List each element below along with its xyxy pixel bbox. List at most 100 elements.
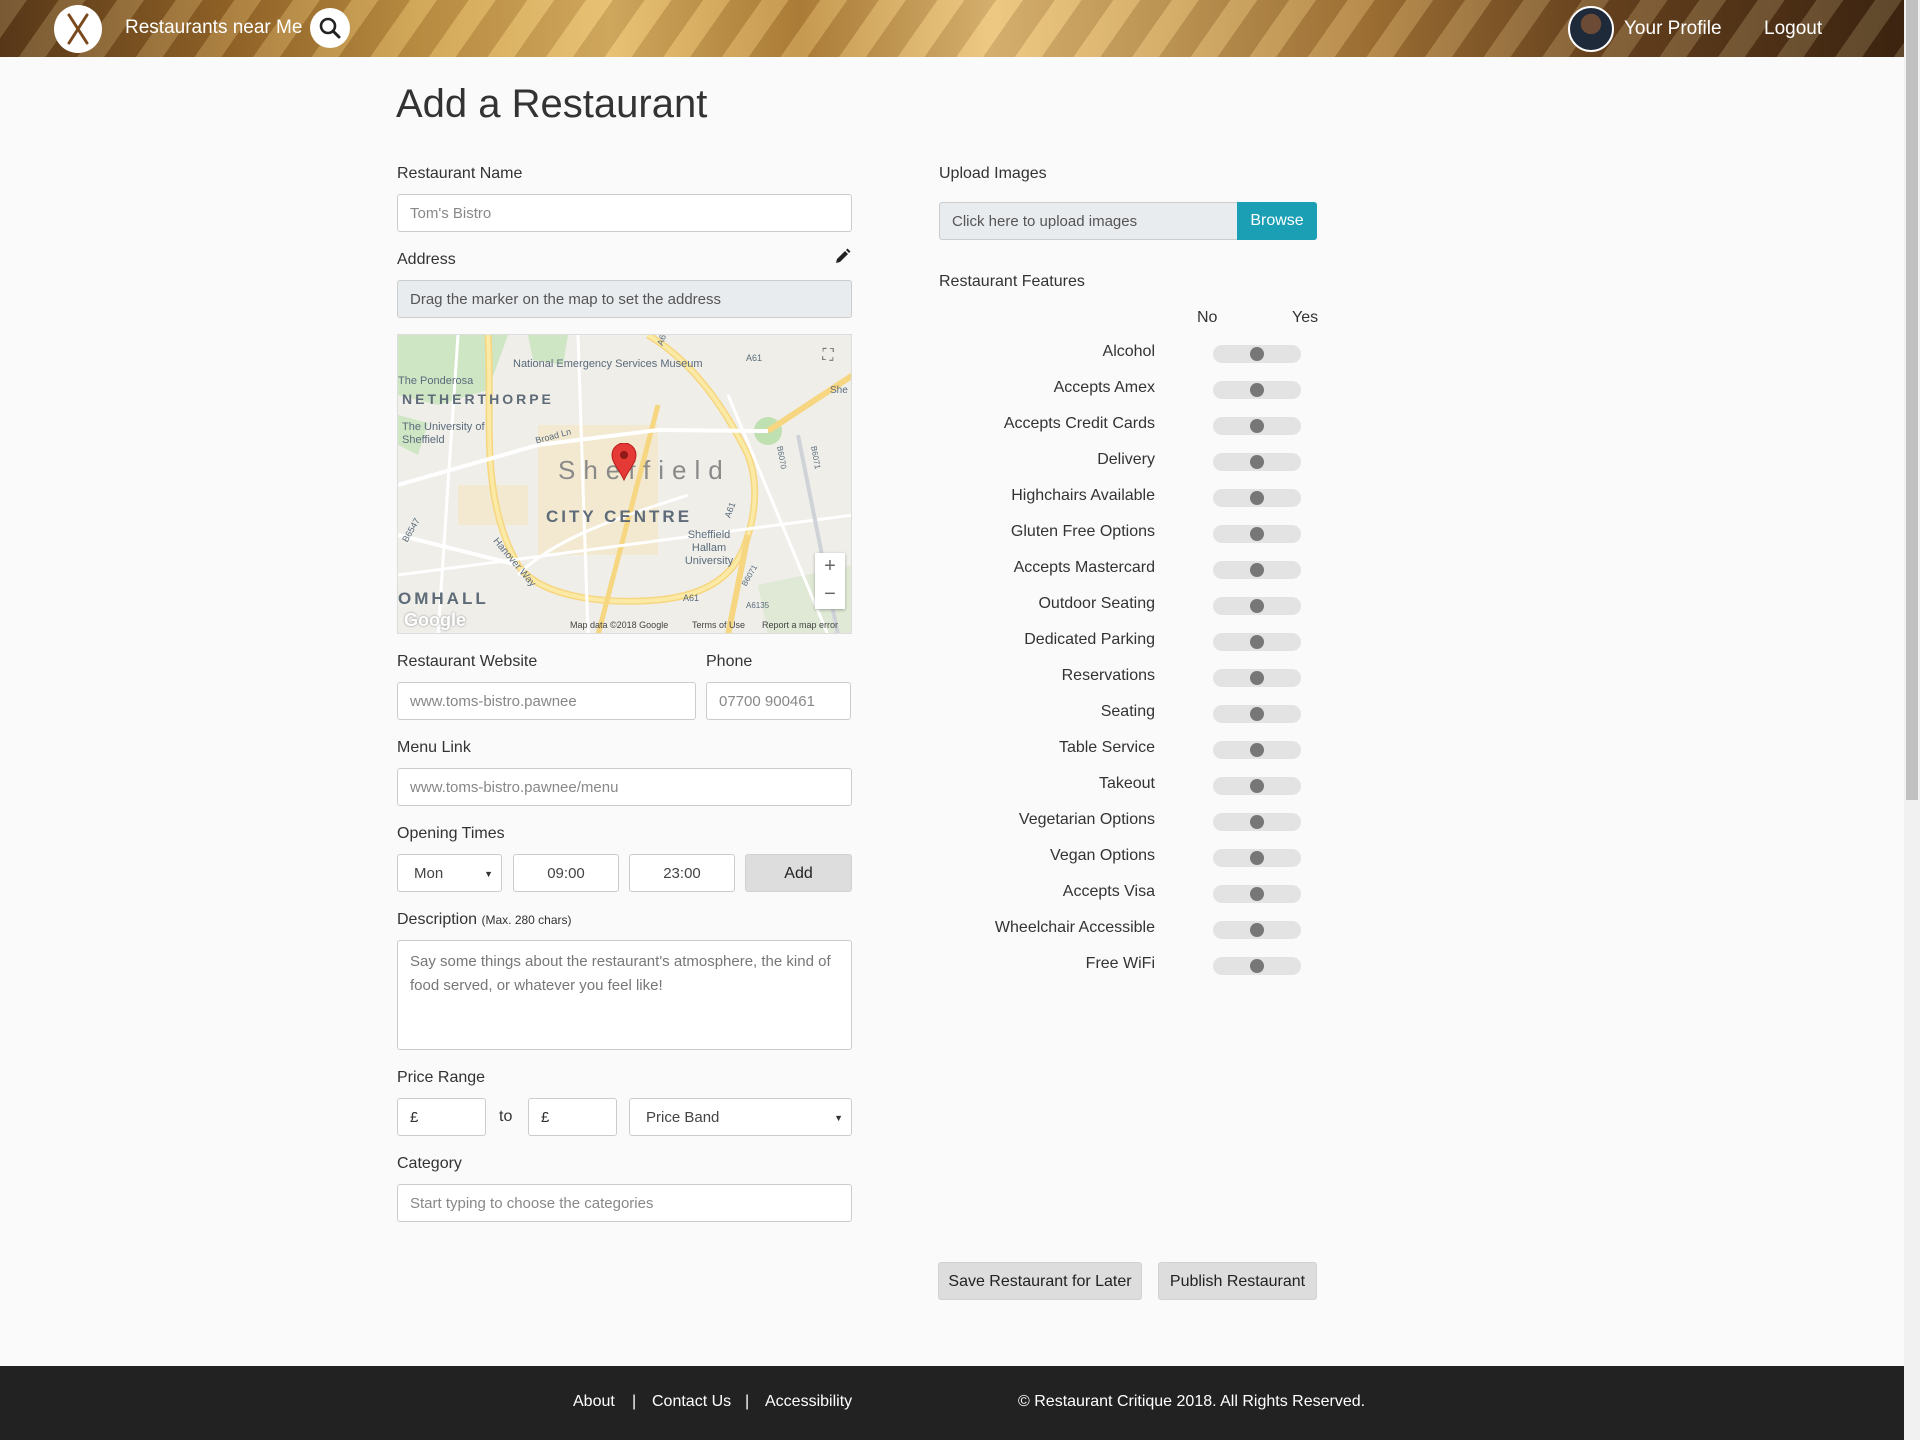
map-road-she: She bbox=[830, 385, 848, 396]
map-fullscreen-icon[interactable]: ⛶ bbox=[815, 343, 841, 369]
toggle-knob bbox=[1250, 527, 1264, 541]
feature-toggle[interactable] bbox=[1213, 813, 1301, 831]
footer-about-link[interactable]: About bbox=[573, 1393, 615, 1411]
add-opening-time-button[interactable]: Add bbox=[745, 854, 852, 892]
map-footer: Map data ©2018 Google Terms of Use Repor… bbox=[398, 617, 851, 633]
price-to-text: to bbox=[499, 1108, 513, 1125]
map-poi-hallam: Sheffield Hallam University bbox=[684, 529, 734, 567]
menu-link-label: Menu Link bbox=[397, 739, 471, 756]
feature-label: Delivery bbox=[1097, 451, 1155, 468]
address-field[interactable]: Drag the marker on the map to set the ad… bbox=[397, 280, 852, 318]
category-input[interactable]: Start typing to choose the categories bbox=[397, 1184, 852, 1222]
price-to-input[interactable]: £ bbox=[528, 1098, 617, 1136]
feature-label: Accepts Credit Cards bbox=[1003, 415, 1155, 432]
feature-toggle[interactable] bbox=[1213, 885, 1301, 903]
feature-toggle[interactable] bbox=[1213, 705, 1301, 723]
price-from-input[interactable]: £ bbox=[397, 1098, 486, 1136]
footer-accessibility-link[interactable]: Accessibility bbox=[765, 1393, 852, 1411]
toggle-knob bbox=[1250, 563, 1264, 577]
map-poi-ponderosa: The Ponderosa bbox=[398, 375, 474, 387]
day-select-value: Mon bbox=[414, 865, 444, 882]
map-zoom-in-button[interactable]: + bbox=[815, 553, 845, 581]
website-input[interactable]: www.toms-bistro.pawnee bbox=[397, 682, 696, 720]
feature-toggle[interactable] bbox=[1213, 561, 1301, 579]
footer-contact-link[interactable]: Contact Us bbox=[652, 1393, 731, 1411]
close-time-input[interactable]: 23:00 bbox=[629, 854, 735, 892]
upload-images-input[interactable]: Click here to upload images bbox=[939, 202, 1238, 240]
feature-label: Wheelchair Accessible bbox=[994, 919, 1155, 936]
phone-input[interactable]: 07700 900461 bbox=[706, 682, 851, 720]
nav-your-profile[interactable]: Your Profile bbox=[1624, 18, 1722, 40]
feature-toggle[interactable] bbox=[1213, 921, 1301, 939]
footer-separator: | bbox=[632, 1393, 637, 1410]
day-select[interactable]: Mon ▼ bbox=[397, 854, 502, 892]
category-label: Category bbox=[397, 1155, 462, 1172]
feature-label: Table Service bbox=[1058, 739, 1155, 756]
footer-copyright: © Restaurant Critique 2018. All Rights R… bbox=[1018, 1393, 1366, 1410]
feature-toggle[interactable] bbox=[1213, 453, 1301, 471]
toggle-knob bbox=[1250, 671, 1264, 685]
nav-logout[interactable]: Logout bbox=[1764, 18, 1822, 40]
feature-label: Vegetarian Options bbox=[1018, 811, 1155, 828]
search-button[interactable] bbox=[310, 8, 350, 48]
description-textarea[interactable]: Say some things about the restaurant's a… bbox=[397, 940, 852, 1050]
feature-toggle[interactable] bbox=[1213, 957, 1301, 975]
description-hint: (Max. 280 chars) bbox=[481, 913, 572, 927]
map-terms-link[interactable]: Terms of Use bbox=[692, 620, 745, 630]
feature-toggle[interactable] bbox=[1213, 741, 1301, 759]
brand-link[interactable]: Restaurants near Me bbox=[125, 17, 302, 39]
feature-label: Dedicated Parking bbox=[1024, 631, 1155, 648]
toggle-knob bbox=[1250, 779, 1264, 793]
toggle-knob bbox=[1250, 599, 1264, 613]
logo[interactable] bbox=[54, 5, 102, 53]
toggle-knob bbox=[1250, 959, 1264, 973]
open-time-input[interactable]: 09:00 bbox=[513, 854, 619, 892]
feature-label: Outdoor Seating bbox=[1038, 595, 1155, 612]
feature-toggle[interactable] bbox=[1213, 849, 1301, 867]
feature-toggle[interactable] bbox=[1213, 633, 1301, 651]
scrollbar-thumb[interactable] bbox=[1906, 0, 1918, 800]
save-for-later-button[interactable]: Save Restaurant for Later bbox=[938, 1262, 1142, 1300]
toggle-knob bbox=[1250, 743, 1264, 757]
pencil-icon[interactable] bbox=[834, 248, 851, 265]
feature-label: Accepts Mastercard bbox=[1013, 559, 1155, 576]
search-icon bbox=[319, 17, 341, 39]
menu-link-input[interactable]: www.toms-bistro.pawnee/menu bbox=[397, 768, 852, 806]
chevron-down-icon: ▼ bbox=[484, 869, 493, 879]
map-poi-museum: National Emergency Services Museum bbox=[513, 358, 703, 370]
map-city-label: Sheffield bbox=[558, 455, 731, 485]
chevron-down-icon: ▼ bbox=[834, 1113, 843, 1123]
feature-toggle[interactable] bbox=[1213, 417, 1301, 435]
feature-toggle[interactable] bbox=[1213, 489, 1301, 507]
description-label: Description (Max. 280 chars) bbox=[397, 911, 572, 929]
feature-toggle[interactable] bbox=[1213, 345, 1301, 363]
toggle-knob bbox=[1250, 383, 1264, 397]
feature-label: Accepts Visa bbox=[1062, 883, 1155, 900]
feature-label: Free WiFi bbox=[1085, 955, 1155, 972]
map-road-a6135: A6135 bbox=[746, 601, 770, 610]
feature-label: Takeout bbox=[1098, 775, 1155, 792]
feature-toggle[interactable] bbox=[1213, 597, 1301, 615]
feature-toggle[interactable] bbox=[1213, 669, 1301, 687]
address-label: Address bbox=[397, 251, 456, 268]
feature-label: Gluten Free Options bbox=[1010, 523, 1155, 540]
feature-label: Vegan Options bbox=[1050, 847, 1155, 864]
restaurant-name-input[interactable]: Tom's Bistro bbox=[397, 194, 852, 232]
feature-toggle[interactable] bbox=[1213, 381, 1301, 399]
map[interactable]: National Emergency Services Museum The P… bbox=[397, 334, 852, 634]
footer-separator: | bbox=[745, 1393, 750, 1410]
map-city-centre-label: CITY CENTRE bbox=[546, 507, 693, 526]
feature-toggle[interactable] bbox=[1213, 525, 1301, 543]
publish-button[interactable]: Publish Restaurant bbox=[1158, 1262, 1317, 1300]
toggle-knob bbox=[1250, 635, 1264, 649]
avatar[interactable] bbox=[1568, 6, 1614, 52]
toggle-knob bbox=[1250, 887, 1264, 901]
browse-button[interactable]: Browse bbox=[1237, 202, 1317, 240]
map-marker-icon[interactable] bbox=[611, 443, 637, 481]
feature-toggle[interactable] bbox=[1213, 777, 1301, 795]
price-band-select[interactable]: Price Band ▼ bbox=[629, 1098, 852, 1136]
map-zoom-out-button[interactable]: − bbox=[815, 581, 845, 609]
map-area-netherthorpe: NETHERTHORPE bbox=[402, 391, 554, 407]
map-zoom-controls: + − bbox=[815, 553, 845, 609]
map-report-link[interactable]: Report a map error bbox=[762, 620, 838, 630]
